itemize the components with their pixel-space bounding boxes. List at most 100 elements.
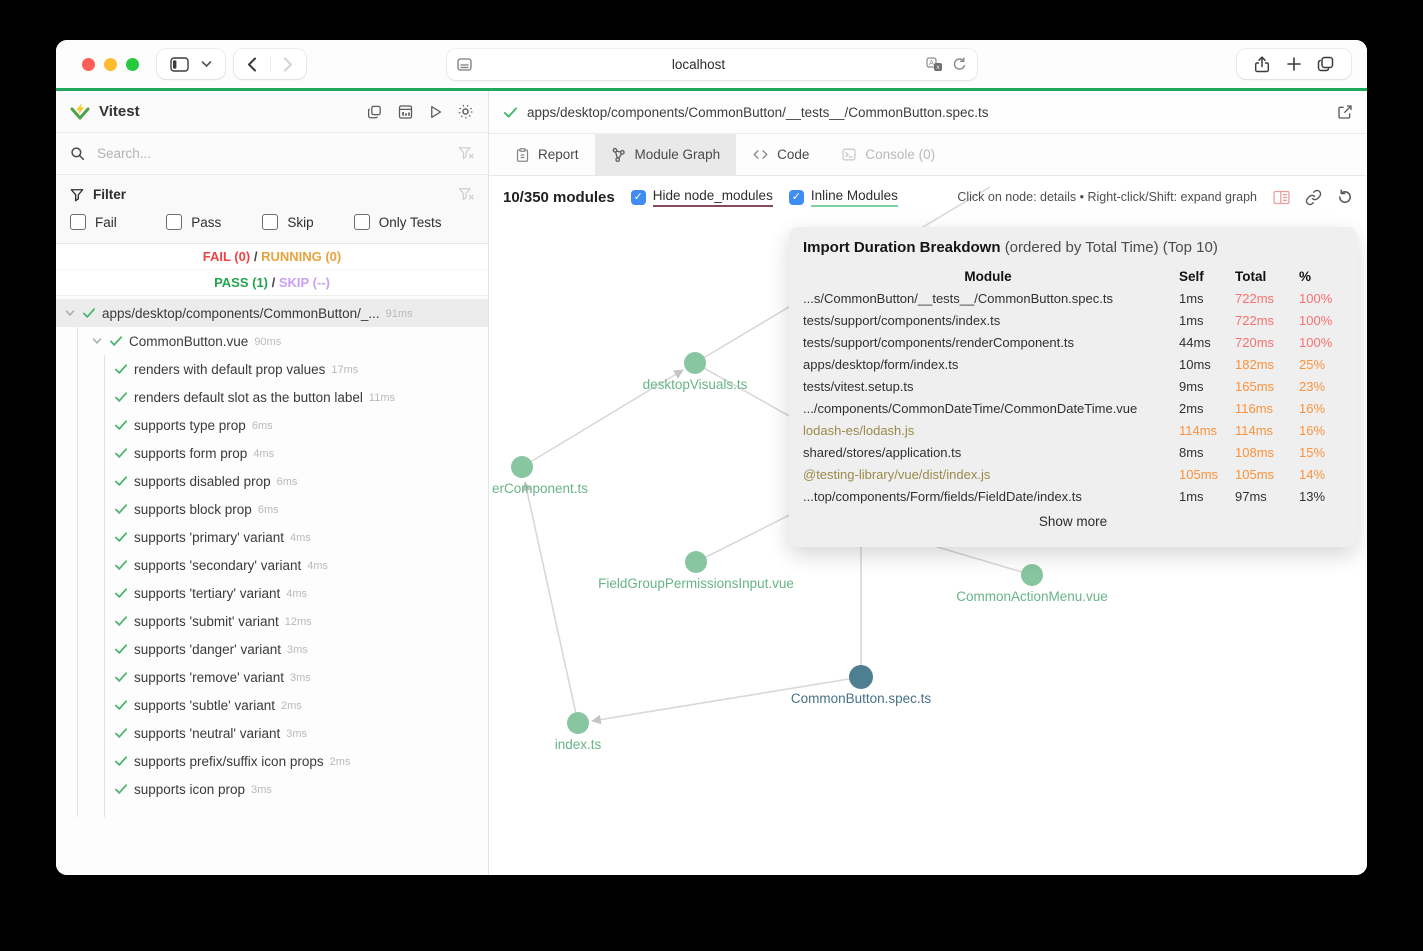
link-icon[interactable] (1305, 189, 1322, 206)
filter-checkbox-label: Only Tests (379, 215, 442, 230)
dashboard-icon[interactable] (397, 104, 414, 120)
test-tree-row[interactable]: supports 'remove' variant 3ms (56, 663, 488, 691)
test-duration: 12ms (285, 614, 312, 628)
graph-node-index-ts[interactable] (567, 712, 589, 734)
breakdown-self: 114ms (1179, 423, 1229, 438)
breakdown-total: 722ms (1235, 313, 1293, 328)
theme-toggle-icon[interactable] (457, 103, 474, 120)
view-tabs: ReportModule GraphCodeConsole (0) (489, 134, 1367, 176)
graph-node-CommonActionMenu-vue[interactable] (1021, 564, 1043, 586)
breakdown-row: @testing-library/vue/dist/index.js 105ms… (803, 463, 1343, 485)
breakdown-module: Module (803, 269, 1173, 284)
checkbox-checked-icon[interactable]: ✓ (789, 190, 804, 205)
test-tree-row[interactable]: supports 'secondary' variant 4ms (56, 551, 488, 579)
test-tree-row[interactable]: supports 'tertiary' variant 4ms (56, 579, 488, 607)
checkbox-unchecked-icon[interactable] (262, 214, 278, 230)
test-tree-row[interactable]: renders with default prop values 17ms (56, 355, 488, 383)
test-tree-row[interactable]: supports prefix/suffix icon props 2ms (56, 747, 488, 775)
code-icon (752, 147, 769, 162)
graph-node-CommonButton-spec-ts[interactable] (849, 665, 873, 689)
module-graph-canvas[interactable]: desktopVisuals.tserComponent.tsFieldGrou… (489, 176, 1367, 875)
filter-checkbox-only-tests[interactable]: Only Tests (354, 214, 474, 230)
show-more-button[interactable]: Show more (803, 514, 1343, 529)
checkbox-unchecked-icon[interactable] (354, 214, 370, 230)
test-tree: apps/desktop/components/CommonButton/_..… (56, 296, 488, 875)
pass-check-icon (114, 531, 128, 543)
test-tree-row[interactable]: supports 'submit' variant 12ms (56, 607, 488, 635)
clear-filter-icon[interactable] (458, 187, 474, 202)
open-external-icon[interactable] (1337, 104, 1353, 120)
test-tree-row[interactable]: supports disabled prop 6ms (56, 467, 488, 495)
hide-node-modules-toggle[interactable]: ✓ Hide node_modules (631, 188, 773, 207)
module-graph-icon (611, 147, 627, 163)
test-tree-row[interactable]: supports 'danger' variant 3ms (56, 635, 488, 663)
reload-icon[interactable] (952, 57, 967, 72)
reset-graph-icon[interactable] (1337, 189, 1353, 205)
graph-node-label: CommonButton.spec.ts (791, 691, 932, 706)
checkbox-checked-icon[interactable]: ✓ (631, 190, 646, 205)
share-icon[interactable] (1254, 56, 1270, 73)
page-icon (457, 58, 472, 71)
translate-icon[interactable]: Ax (926, 57, 943, 72)
test-tree-row[interactable]: supports form prop 4ms (56, 439, 488, 467)
checkbox-unchecked-icon[interactable] (70, 214, 86, 230)
minimize-button[interactable] (104, 58, 117, 71)
test-tree-row[interactable]: CommonButton.vue 90ms (56, 327, 488, 355)
graph-node-desktopVisuals-ts[interactable] (684, 352, 706, 374)
tab-report[interactable]: Report (499, 134, 595, 175)
forward-button-icon[interactable] (283, 57, 293, 72)
address-bar[interactable]: localhost Ax (447, 49, 977, 80)
test-name: supports icon prop (134, 782, 245, 797)
graph-hint: Click on node: details • Right-click/Shi… (957, 190, 1257, 204)
breakdown-self: 1ms (1179, 489, 1229, 504)
status-summary: FAIL (0) / RUNNING (0) PASS (1) / SKIP (… (56, 244, 488, 296)
breakdown-pct: 16% (1299, 401, 1343, 416)
graph-node-label: erComponent.ts (492, 481, 588, 496)
graph-node-erComponent-ts[interactable] (511, 456, 533, 478)
test-tree-row[interactable]: supports block prop 6ms (56, 495, 488, 523)
test-tree-row[interactable]: supports 'primary' variant 4ms (56, 523, 488, 551)
breakdown-self: Self (1179, 269, 1229, 284)
test-tree-row[interactable]: supports type prop 6ms (56, 411, 488, 439)
back-button-icon[interactable] (247, 57, 257, 72)
breakdown-row: tests/support/components/index.ts 1ms 72… (803, 309, 1343, 331)
filter-checkbox-pass[interactable]: Pass (166, 214, 262, 230)
inline-modules-toggle[interactable]: ✓ Inline Modules (789, 188, 898, 207)
test-tree-row[interactable]: supports icon prop 3ms (56, 775, 488, 803)
tab-overview-icon[interactable] (1317, 56, 1334, 72)
clear-search-filter-icon[interactable] (458, 146, 474, 161)
breakdown-module: lodash-es/lodash.js (803, 423, 1173, 438)
tab-code[interactable]: Code (736, 134, 825, 175)
test-duration: 6ms (252, 418, 273, 432)
filter-icon (70, 188, 84, 202)
test-tree-row[interactable]: supports 'neutral' variant 3ms (56, 719, 488, 747)
new-tab-icon[interactable] (1287, 57, 1301, 71)
checkbox-unchecked-icon[interactable] (166, 214, 182, 230)
graph-node-FieldGroupPermissionsInput-vue[interactable] (685, 551, 707, 573)
sidebar-toggle-icon[interactable] (170, 57, 189, 72)
sidebar-menu-chevron-icon[interactable] (201, 60, 212, 68)
chevron-down-icon[interactable] (64, 307, 76, 319)
window-actions (1237, 49, 1351, 79)
filter-checkbox-fail[interactable]: Fail (70, 214, 166, 230)
breakdown-module: tests/vitest.setup.ts (803, 379, 1173, 394)
collapse-panels-icon[interactable] (366, 104, 383, 120)
breakdown-pct: 100% (1299, 335, 1343, 350)
breakdown-table-icon[interactable] (1273, 190, 1290, 205)
tab-module-graph[interactable]: Module Graph (595, 134, 737, 175)
pass-check-icon (114, 783, 128, 795)
skip-count: SKIP (--) (279, 275, 330, 290)
sidebar: Vitest Filter FailPassSki (56, 91, 489, 875)
zoom-button[interactable] (126, 58, 139, 71)
test-name: renders with default prop values (134, 362, 325, 377)
test-tree-row[interactable]: supports 'subtle' variant 2ms (56, 691, 488, 719)
test-tree-row[interactable]: renders default slot as the button label… (56, 383, 488, 411)
test-name: supports form prop (134, 446, 247, 461)
run-all-icon[interactable] (428, 104, 443, 120)
search-input[interactable] (95, 145, 448, 162)
filter-checkbox-skip[interactable]: Skip (262, 214, 353, 230)
breakdown-total: 165ms (1235, 379, 1293, 394)
chevron-down-icon[interactable] (91, 335, 103, 347)
test-tree-row[interactable]: apps/desktop/components/CommonButton/_..… (56, 299, 488, 327)
close-button[interactable] (82, 58, 95, 71)
